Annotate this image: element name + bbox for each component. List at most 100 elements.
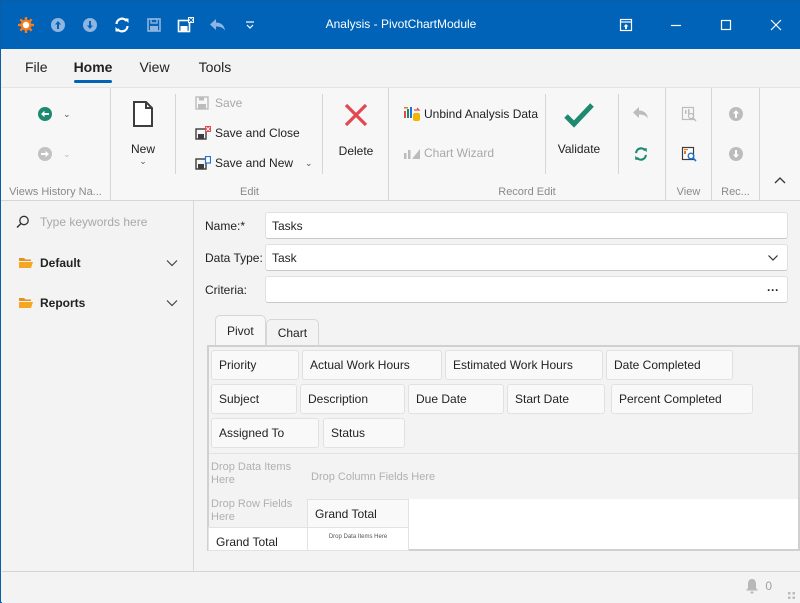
arrow-up-circle-icon[interactable]: [42, 1, 74, 49]
tab-strip: Pivot Chart: [215, 315, 320, 345]
previous-record-button[interactable]: [728, 106, 744, 122]
chevron-down-icon[interactable]: [767, 254, 779, 262]
save-icon[interactable]: [138, 1, 170, 49]
validate-button[interactable]: Validate: [557, 102, 601, 156]
maximize-icon[interactable]: [701, 1, 751, 49]
navigation-search-input[interactable]: Type keywords here: [16, 213, 186, 231]
undo-button[interactable]: [632, 106, 650, 120]
drop-row-fields-area[interactable]: Drop Row Fields Here: [211, 498, 303, 524]
refresh-button[interactable]: [633, 146, 649, 162]
pivot-field[interactable]: Assigned To: [211, 418, 319, 448]
pivot-field[interactable]: Status: [323, 418, 405, 448]
group-label: Rec...: [721, 186, 750, 198]
pivot-field[interactable]: Date Completed: [606, 350, 733, 380]
tab-pivot[interactable]: Pivot: [215, 315, 266, 345]
divider: [209, 453, 798, 454]
navigate-forward-button[interactable]: ⌄: [37, 146, 71, 162]
checkmark-icon: [564, 103, 594, 128]
app-logo-icon[interactable]: [10, 1, 42, 49]
nav-group-default[interactable]: Default: [18, 253, 178, 273]
pivot-field[interactable]: Description: [300, 384, 405, 414]
arrow-left-circle-icon: [38, 107, 52, 121]
save-and-new-button[interactable]: Save and New ⌄: [195, 156, 313, 170]
window-controls: [601, 1, 800, 49]
pivot-field[interactable]: Percent Completed: [611, 384, 753, 414]
chart-wizard-button[interactable]: Chart Wizard: [403, 146, 494, 160]
pivot-field[interactable]: Subject: [211, 384, 297, 414]
collapse-ribbon-button[interactable]: [774, 176, 786, 186]
criteria-input[interactable]: ···: [265, 276, 788, 303]
filter-field-area: Priority Actual Work Hours Estimated Wor…: [209, 347, 798, 455]
chevron-down-icon: ⌄: [63, 148, 71, 159]
resize-grip-icon[interactable]: [788, 592, 796, 600]
chevron-down-icon: ⌄: [139, 156, 147, 166]
pivot-field[interactable]: Start Date: [507, 384, 605, 414]
application-window: Analysis - PivotChartModule File Home Vi…: [0, 0, 800, 603]
refresh-icon: [635, 147, 647, 161]
ribbon-tab-view[interactable]: View: [126, 49, 182, 87]
chart-wizard-icon: [404, 149, 420, 159]
group-label: Record Edit: [498, 186, 556, 198]
ribbon-group-edit: New ⌄ Save Save and Close Save and New ⌄…: [111, 88, 389, 202]
quick-access-toolbar: [1, 1, 266, 49]
pivot-field[interactable]: Priority: [211, 350, 299, 380]
name-input[interactable]: Tasks: [265, 212, 788, 239]
save-new-icon: [195, 156, 211, 170]
drop-data-items-area[interactable]: Drop Data Items Here: [211, 461, 303, 487]
tab-chart[interactable]: Chart: [265, 319, 320, 345]
data-type-row: Data Type: Task: [205, 244, 788, 271]
ribbon-group-view: View: [666, 88, 712, 202]
chevron-down-icon[interactable]: ⌄: [305, 158, 313, 169]
data-type-select[interactable]: Task: [265, 244, 788, 271]
delete-x-icon: [344, 103, 368, 127]
ribbon-tab-home[interactable]: Home: [60, 49, 127, 87]
ribbon-tab-tools[interactable]: Tools: [183, 49, 248, 87]
name-row: Name:* Tasks: [205, 212, 788, 239]
ellipsis-button[interactable]: ···: [767, 283, 779, 297]
group-label: Edit: [240, 186, 259, 198]
new-document-icon: [133, 101, 153, 127]
row-grand-total-header: Grand Total: [208, 527, 308, 551]
pivot-field[interactable]: Due Date: [408, 384, 504, 414]
criteria-row: Criteria: ···: [205, 276, 788, 303]
save-close-icon: [195, 126, 211, 140]
arrow-down-circle-icon[interactable]: [74, 1, 106, 49]
notifications-button[interactable]: 0: [745, 578, 772, 594]
chevron-down-icon: ⌄: [63, 108, 71, 119]
next-record-button[interactable]: [728, 146, 744, 162]
show-data-button[interactable]: [681, 146, 697, 162]
ribbon-tabs: File Home View Tools: [1, 49, 800, 87]
pivot-grid: Priority Actual Work Hours Estimated Wor…: [207, 345, 800, 551]
nav-group-reports[interactable]: Reports: [18, 293, 178, 313]
bell-icon: [746, 579, 759, 594]
undo-icon: [633, 107, 648, 119]
notification-count: 0: [765, 579, 772, 593]
arrow-down-circle-icon: [729, 147, 743, 161]
grand-total-cell: Drop Data Items Here: [307, 527, 409, 551]
save-button[interactable]: Save: [195, 96, 242, 110]
arrow-up-circle-icon: [729, 107, 743, 121]
delete-button[interactable]: Delete: [335, 102, 377, 158]
pivot-field[interactable]: Actual Work Hours: [302, 350, 442, 380]
unbind-analysis-data-button[interactable]: Unbind Analysis Data: [403, 106, 538, 122]
find-data-icon: [681, 146, 697, 162]
pivot-field[interactable]: Estimated Work Hours: [445, 350, 603, 380]
print-preview-button[interactable]: [681, 106, 697, 122]
group-label: Views History Na...: [9, 186, 102, 198]
save-and-close-button[interactable]: Save and Close: [195, 126, 300, 140]
undo-icon[interactable]: [202, 1, 234, 49]
folder-open-icon: [19, 258, 33, 268]
refresh-icon[interactable]: [106, 1, 138, 49]
detail-view: Name:* Tasks Data Type: Task Criteria: ·…: [195, 201, 800, 571]
ribbon-tab-file[interactable]: File: [13, 49, 60, 87]
save-close-icon[interactable]: [170, 1, 202, 49]
restore-ribbon-icon[interactable]: [601, 1, 651, 49]
navigate-back-button[interactable]: ⌄: [37, 106, 71, 122]
drop-column-fields-area[interactable]: Drop Column Fields Here: [311, 471, 435, 484]
minimize-icon[interactable]: [651, 1, 701, 49]
close-icon[interactable]: [751, 1, 800, 49]
customize-qat-icon[interactable]: [234, 1, 266, 49]
chevron-up-icon: [774, 177, 786, 184]
new-button[interactable]: New ⌄: [123, 100, 163, 167]
column-grand-total-header: Grand Total: [307, 499, 409, 528]
